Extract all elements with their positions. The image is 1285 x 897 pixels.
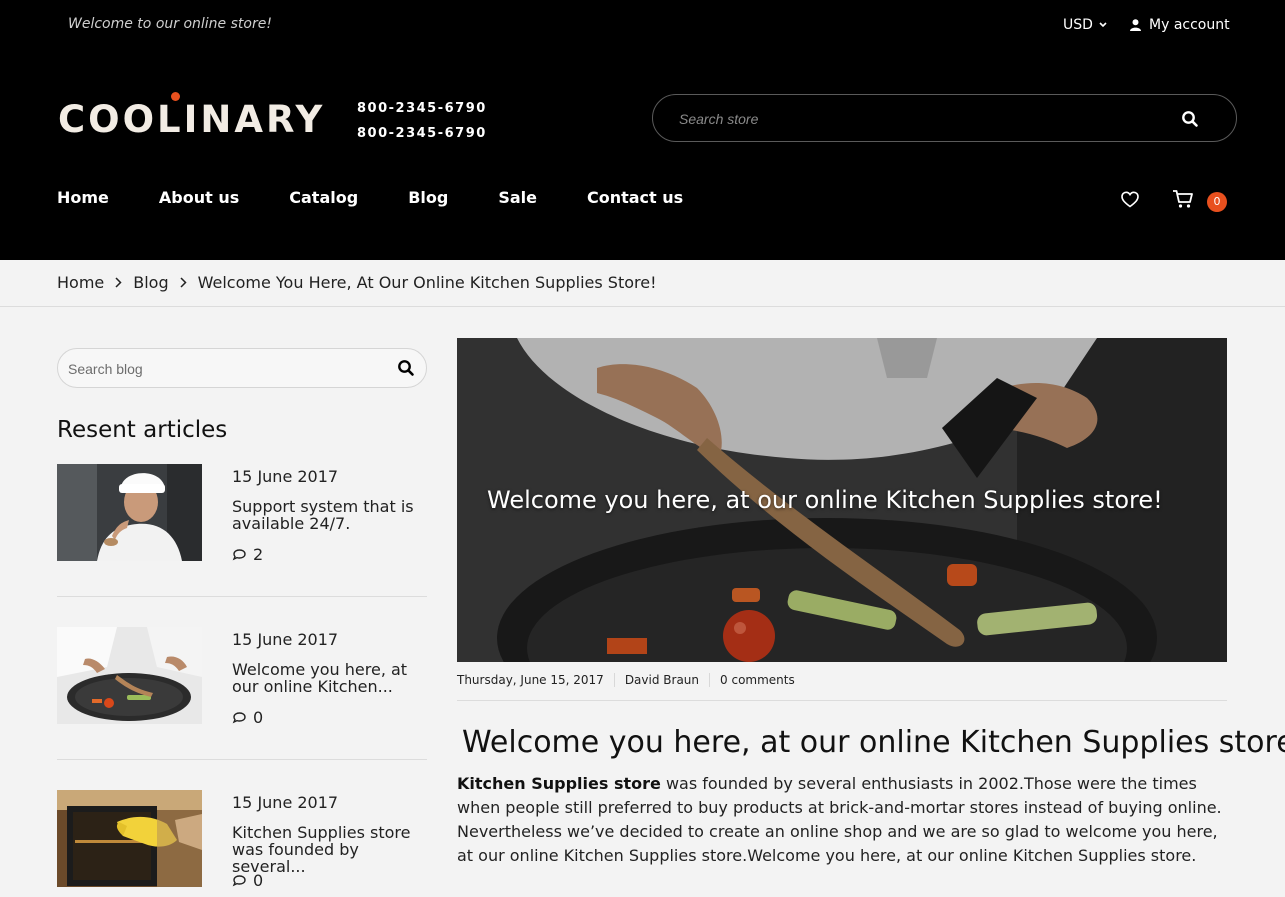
article-thumbnail[interactable] — [57, 790, 202, 887]
heart-icon[interactable] — [1121, 191, 1139, 212]
breadcrumb-blog[interactable]: Blog — [133, 273, 168, 292]
user-icon — [1130, 19, 1141, 31]
site-header: Welcome to our online store! USD My acco… — [0, 0, 1285, 260]
logo-text: COOLINARY — [58, 98, 326, 141]
chevron-down-icon — [1099, 22, 1107, 28]
phone-numbers: 800-2345-6790 800-2345-6790 — [357, 96, 487, 146]
store-search — [652, 94, 1237, 142]
currency-selector[interactable]: USD — [1063, 17, 1107, 33]
nav-contact-us[interactable]: Contact us — [587, 188, 683, 207]
post-body: Kitchen Supplies store was founded by se… — [457, 772, 1227, 868]
breadcrumb-home[interactable]: Home — [57, 273, 104, 292]
chevron-right-icon — [180, 277, 187, 288]
comment-count: 0 — [253, 708, 264, 727]
divider — [57, 596, 427, 597]
nav-sale[interactable]: Sale — [498, 188, 537, 207]
article-comments: 2 — [232, 545, 263, 564]
breadcrumb: Home Blog Welcome You Here, At Our Onlin… — [57, 273, 656, 292]
nav-about-us[interactable]: About us — [159, 188, 239, 207]
article-title[interactable]: Kitchen Supplies store was founded by se… — [232, 824, 432, 875]
my-account-link[interactable]: My account — [1130, 17, 1230, 33]
site-logo[interactable]: COOLINARY — [58, 92, 326, 141]
comments-icon — [232, 874, 246, 886]
article-date: 15 June 2017 — [232, 630, 339, 649]
article-thumbnail[interactable] — [57, 464, 202, 561]
phone-number: 800-2345-6790 — [357, 101, 487, 116]
phone-number: 800-2345-6790 — [357, 126, 487, 141]
search-icon[interactable] — [397, 359, 415, 381]
recent-articles-heading: Resent articles — [57, 417, 228, 443]
store-search-input[interactable] — [679, 108, 1159, 130]
post-title: Welcome you here, at our online Kitchen … — [462, 725, 1285, 760]
currency-label: USD — [1063, 17, 1093, 33]
post-date: Thursday, June 15, 2017 — [457, 673, 615, 687]
search-icon[interactable] — [1181, 110, 1199, 132]
recent-article: 15 June 2017 Support system that is avai… — [57, 464, 427, 564]
comments-icon — [232, 711, 246, 723]
cart-count-badge: 0 — [1207, 192, 1227, 212]
article-comments: 0 — [232, 871, 263, 890]
post-meta: Thursday, June 15, 2017 David Braun 0 co… — [457, 673, 815, 687]
post-hero-image: Welcome you here, at our online Kitchen … — [457, 338, 1227, 662]
nav-catalog[interactable]: Catalog — [289, 188, 358, 207]
blog-search-input[interactable] — [68, 359, 368, 379]
main-nav: Home About us Catalog Blog Sale Contact … — [57, 188, 733, 207]
cart-icon[interactable] — [1172, 189, 1194, 213]
logo-dot — [171, 92, 180, 101]
article-date: 15 June 2017 — [232, 793, 339, 812]
blog-search — [57, 348, 427, 388]
divider — [57, 759, 427, 760]
article-title[interactable]: Welcome you here, at our online Kitchen.… — [232, 661, 432, 695]
post-body-lead: Kitchen Supplies store — [457, 774, 661, 793]
article-thumbnail[interactable] — [57, 627, 202, 724]
comment-count: 0 — [253, 871, 264, 890]
breadcrumb-current: Welcome You Here, At Our Online Kitchen … — [197, 273, 657, 292]
chevron-right-icon — [115, 277, 122, 288]
my-account-label: My account — [1149, 17, 1230, 33]
hero-title: Welcome you here, at our online Kitchen … — [487, 486, 1163, 514]
nav-home[interactable]: Home — [57, 188, 109, 207]
post-author[interactable]: David Braun — [625, 673, 711, 687]
recent-article: 15 June 2017 Welcome you here, at our on… — [57, 627, 427, 727]
comments-icon — [232, 548, 246, 560]
recent-article: 15 June 2017 Kitchen Supplies store was … — [57, 790, 427, 890]
breadcrumb-bar: Home Blog Welcome You Here, At Our Onlin… — [0, 260, 1285, 307]
article-date: 15 June 2017 — [232, 467, 339, 486]
article-title[interactable]: Support system that is available 24/7. — [232, 498, 432, 532]
comment-count: 2 — [253, 545, 264, 564]
post-comments-count[interactable]: 0 comments — [720, 673, 805, 687]
welcome-message: Welcome to our online store! — [68, 16, 272, 32]
nav-blog[interactable]: Blog — [408, 188, 448, 207]
divider — [457, 700, 1227, 701]
article-comments: 0 — [232, 708, 263, 727]
